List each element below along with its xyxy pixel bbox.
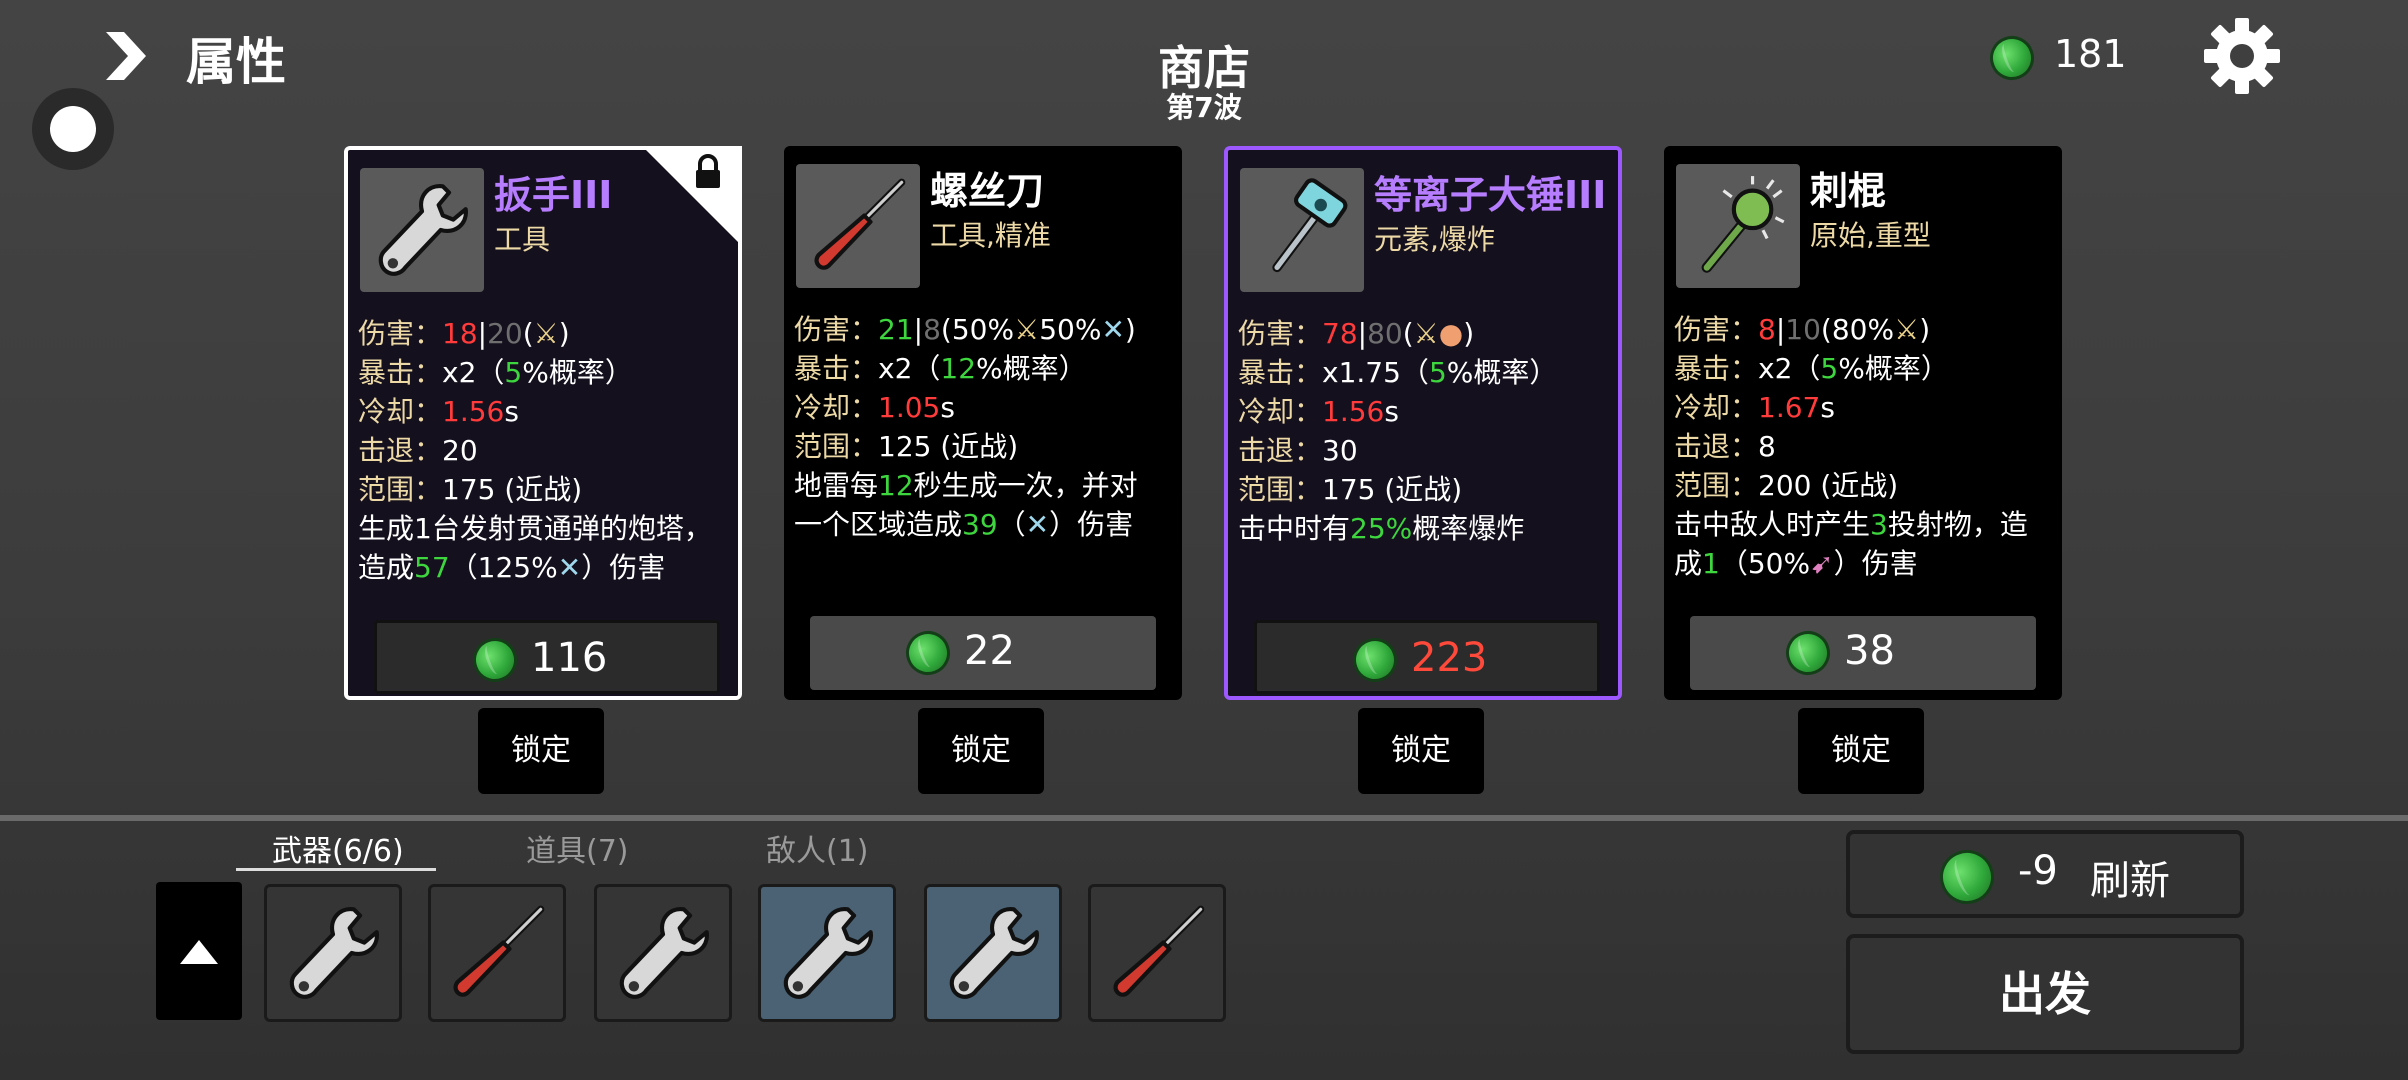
buy-button[interactable]: 38 — [1690, 616, 2036, 690]
melee-damage-icon: ⚔ — [1014, 313, 1040, 346]
expand-chevron-icon[interactable] — [104, 30, 148, 82]
lock-button[interactable]: 锁定 — [478, 708, 604, 794]
wrench-icon — [775, 901, 879, 1005]
price-value: 38 — [1844, 628, 1895, 674]
weapon-slot[interactable] — [264, 884, 402, 1022]
price-value: 116 — [531, 635, 608, 681]
buy-button[interactable]: 22 — [810, 616, 1156, 690]
buy-button[interactable]: 116 — [374, 620, 720, 694]
engineering-icon: ✕ — [557, 551, 582, 584]
price-value: 22 — [964, 628, 1015, 674]
attributes-title[interactable]: 属性 — [186, 22, 286, 94]
wrench-icon — [370, 178, 474, 282]
tab-underline — [236, 868, 436, 871]
item-tags: 工具,精准 — [930, 219, 1051, 252]
tab-enemies[interactable]: 敌人(1) — [766, 826, 869, 870]
wrench-icon — [281, 901, 385, 1005]
weapon-slot[interactable] — [924, 884, 1062, 1022]
shop-card-plasma-sledgehammer[interactable]: 等离子大锤III 元素,爆炸 伤害：78|80(⚔●) 暴击：x1.75（5%概… — [1224, 146, 1622, 700]
spiked-club-icon — [1686, 174, 1790, 278]
item-name: 螺丝刀 — [930, 169, 1045, 213]
panel-divider — [0, 815, 2408, 821]
reroll-label: 刷新 — [2090, 858, 2170, 904]
item-thumbnail — [1676, 164, 1800, 288]
settings-gear-icon[interactable] — [2202, 16, 2282, 96]
lock-button[interactable]: 锁定 — [918, 708, 1044, 794]
item-name: 刺棍 — [1810, 169, 1887, 213]
weapon-slot[interactable] — [758, 884, 896, 1022]
item-thumbnail — [796, 164, 920, 288]
item-tags: 工具 — [494, 223, 551, 256]
wrench-icon — [941, 901, 1045, 1005]
wave-label: 第7波 — [1166, 91, 1242, 124]
material-coin-icon — [1346, 631, 1404, 689]
reroll-button[interactable]: -9 刷新 — [1846, 830, 2244, 918]
material-coin-icon — [1779, 624, 1837, 682]
price-value: 223 — [1411, 635, 1488, 681]
triangle-up-icon — [180, 940, 218, 964]
screwdriver-icon — [445, 901, 549, 1005]
tab-items[interactable]: 道具(7) — [526, 826, 629, 870]
wrench-icon — [611, 901, 715, 1005]
item-name: 等离子大锤III — [1374, 173, 1607, 217]
record-button[interactable] — [32, 88, 114, 170]
material-coin-icon — [899, 624, 957, 682]
item-thumbnail — [360, 168, 484, 292]
item-name: 扳手III — [494, 173, 613, 217]
buy-button[interactable]: 223 — [1254, 620, 1600, 694]
item-stats: 伤害：8|10(80%⚔) 暴击：x2（5%概率） 冷却：1.67s 击退：8 … — [1674, 313, 2028, 580]
plasma-hammer-icon — [1250, 178, 1354, 282]
engineering-icon: ✕ — [1101, 313, 1125, 346]
material-coin-icon — [1932, 842, 2002, 912]
material-coin-icon — [1983, 29, 2041, 87]
shop-card-screwdriver[interactable]: 螺丝刀 工具,精准 伤害：21|8(50%⚔50%✕) 暴击：x2（12%概率）… — [784, 146, 1182, 700]
screwdriver-icon — [1105, 901, 1209, 1005]
item-tags: 原始,重型 — [1810, 219, 1931, 252]
expand-inventory-button[interactable] — [156, 882, 242, 1020]
item-thumbnail — [1240, 168, 1364, 292]
shop-card-spiked-club[interactable]: 刺棍 原始,重型 伤害：8|10(80%⚔) 暴击：x2（5%概率） 冷却：1.… — [1664, 146, 2062, 700]
melee-damage-icon: ⚔ — [1894, 313, 1920, 346]
reroll-cost: -9 — [2018, 848, 2058, 894]
melee-damage-icon: ⚔ — [533, 317, 559, 350]
item-stats: 伤害：21|8(50%⚔50%✕) 暴击：x2（12%概率） 冷却：1.05s … — [794, 313, 1138, 541]
materials-count: 181 — [2054, 32, 2127, 76]
item-stats: 伤害：78|80(⚔●) 暴击：x1.75（5%概率） 冷却：1.56s 击退：… — [1238, 317, 1558, 545]
melee-damage-icon: ⚔ — [1413, 317, 1439, 350]
go-button[interactable]: 出发 — [1846, 934, 2244, 1054]
lock-icon — [642, 146, 742, 246]
material-coin-icon — [466, 631, 524, 689]
item-tags: 元素,爆炸 — [1374, 223, 1495, 256]
tab-weapons[interactable]: 武器(6/6) — [272, 826, 404, 870]
shop-card-wrench[interactable]: 扳手III 工具 伤害：18|20(⚔) 暴击：x2（5%概率） 冷却：1.56… — [344, 146, 742, 700]
weapon-slot[interactable] — [594, 884, 732, 1022]
weapon-slot[interactable] — [428, 884, 566, 1022]
lock-button[interactable]: 锁定 — [1798, 708, 1924, 794]
elemental-damage-icon: ● — [1438, 317, 1464, 350]
record-dot-icon — [50, 106, 96, 152]
engineering-icon: ✕ — [1025, 508, 1050, 541]
screwdriver-icon — [806, 174, 910, 278]
weapon-slot[interactable] — [1088, 884, 1226, 1022]
ranged-damage-icon: ➹ — [1810, 547, 1834, 580]
item-stats: 伤害：18|20(⚔) 暴击：x2（5%概率） 冷却：1.56s 击退：20 范… — [358, 317, 712, 584]
lock-button[interactable]: 锁定 — [1358, 708, 1484, 794]
